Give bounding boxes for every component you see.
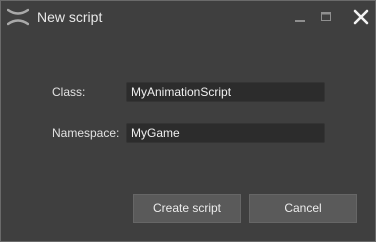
close-button[interactable] — [351, 7, 371, 27]
new-script-dialog: New script Class: Namespace: Create scri… — [0, 0, 376, 242]
maximize-button[interactable] — [316, 7, 336, 27]
class-input[interactable] — [126, 82, 325, 102]
namespace-label: Namespace: — [52, 126, 120, 140]
class-label: Class: — [52, 85, 86, 99]
title-bar[interactable]: New script — [1, 1, 375, 33]
create-script-button[interactable]: Create script — [133, 194, 241, 223]
close-icon — [353, 9, 369, 25]
maximize-icon — [321, 12, 331, 21]
minimize-icon — [295, 20, 305, 22]
app-logo-icon — [6, 8, 30, 26]
namespace-input[interactable] — [126, 123, 325, 143]
cancel-button[interactable]: Cancel — [249, 194, 357, 223]
minimize-button[interactable] — [290, 7, 310, 27]
window-title: New script — [37, 9, 103, 25]
